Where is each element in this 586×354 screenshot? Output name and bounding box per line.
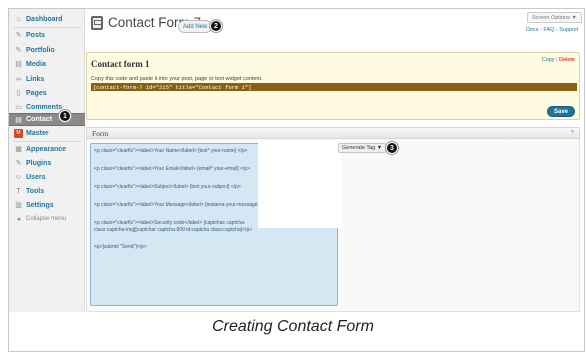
master-icon: M — [14, 128, 23, 138]
generate-tag-button[interactable]: Generate Tag ▼ — [338, 143, 387, 153]
sidebar-item-appearance[interactable]: ▦ Appearance — [9, 143, 85, 155]
sidebar-item-plugins[interactable]: ✎ Plugins — [9, 157, 85, 169]
sidebar-item-master[interactable]: M Master — [9, 127, 85, 139]
sidebar-item-label: Contact — [26, 116, 53, 123]
collapse-arrow-icon[interactable]: ▼ — [570, 130, 575, 135]
pin-icon: ✎ — [15, 47, 22, 54]
code-line: <p class="clearfix"><label>Your Message<… — [94, 202, 271, 208]
sidebar-item-label: Media — [26, 60, 46, 68]
sidebar-item-label: Users — [26, 173, 46, 181]
collapse-icon: ◂ — [16, 216, 21, 223]
sidebar-item-pages[interactable]: ▯ Pages — [9, 87, 85, 99]
sidebar-item-label: Plugins — [26, 159, 52, 167]
menu-separator — [13, 27, 81, 28]
sidebar-item-label: Links — [26, 75, 45, 83]
delete-link[interactable]: Delete — [559, 57, 575, 63]
contact-form-panel: Contact form 1 Copy | Delete Copy this c… — [86, 52, 580, 120]
sidebar-item-label: Comments — [26, 103, 63, 111]
copy-link[interactable]: Copy — [542, 57, 555, 63]
sidebar-item-label: Pages — [26, 89, 47, 97]
sidebar-item-portfolio[interactable]: ✎ Portfolio — [9, 44, 85, 56]
sidebar-item-label: Dashboard — [26, 15, 63, 23]
code-line: <p class="clearfix"><label>Security code… — [94, 220, 246, 226]
pin-icon: ✎ — [15, 32, 22, 39]
code-line: <p class="clearfix"><label>Subject</labe… — [94, 184, 241, 190]
form-actions: Copy | Delete — [542, 57, 575, 63]
sidebar-item-dashboard[interactable]: ⌂ Dashboard — [9, 13, 85, 25]
screen-options-button[interactable]: Screen Options ▼ — [527, 12, 582, 23]
callout-badge-1: 1 — [59, 110, 71, 122]
contact-icon: ▤ — [15, 116, 22, 124]
blank-overlay — [258, 141, 341, 228]
sidebar-item-media[interactable]: ▤ Media — [9, 58, 85, 70]
contact-form-title[interactable]: Contact form 1 — [91, 59, 149, 69]
admin-sidebar: ⌂ Dashboard ✎ Posts ✎ Portfolio ▤ Media ∞ Lin… — [9, 9, 85, 312]
add-new-button[interactable]: Add New — [178, 20, 213, 33]
help-links[interactable]: Docs - FAQ - Support — [526, 27, 579, 33]
pages-icon: ▯ — [16, 90, 21, 97]
tools-icon: T — [16, 187, 21, 195]
code-line: <p class="clearfix"><label>Your Email</l… — [94, 166, 251, 172]
sidebar-item-label: Posts — [26, 31, 46, 39]
callout-badge-2: 2 — [210, 20, 222, 32]
shortcode-field[interactable]: [contact-form-7 id="215" title="Contact … — [91, 83, 577, 91]
users-icon: ☺ — [14, 173, 23, 181]
collapse-menu-button[interactable]: ◂ Collapse menu — [9, 213, 85, 225]
media-icon: ▤ — [15, 61, 22, 68]
appearance-icon: ▦ — [15, 146, 22, 153]
sidebar-item-settings[interactable]: ▥ Settings — [9, 199, 85, 211]
sidebar-item-label: Tools — [26, 187, 45, 195]
sidebar-item-contact[interactable]: ▤ Contact — [9, 113, 85, 126]
settings-icon: ▥ — [15, 202, 22, 209]
save-button[interactable]: Save — [546, 106, 575, 117]
sidebar-item-label: Appearance — [26, 145, 67, 153]
plugin-icon: ✎ — [15, 160, 22, 167]
code-line: class captcha-img][captchar captcha-909 … — [94, 227, 253, 233]
sidebar-item-comments[interactable]: ▭ Comments — [9, 101, 85, 113]
menu-separator — [13, 141, 81, 142]
sidebar-item-users[interactable]: ☺ Users — [9, 171, 85, 183]
code-line: <p>[submit "Send"]</p> — [94, 244, 147, 250]
dashboard-icon: ⌂ — [16, 15, 21, 23]
form-section-title: Form — [92, 128, 109, 138]
sidebar-item-label: Collapse menu — [26, 216, 67, 222]
sidebar-item-tools[interactable]: T Tools — [9, 185, 85, 197]
action-divider: | — [556, 57, 558, 63]
shortcode-instructions: Copy this code and paste it into your po… — [91, 76, 263, 82]
sidebar-item-posts[interactable]: ✎ Posts — [9, 29, 85, 41]
sidebar-item-label: Settings — [26, 201, 54, 209]
sidebar-item-label: Master — [26, 129, 49, 137]
code-line: <p class="clearfix"><label>Your Name</la… — [94, 148, 248, 154]
comment-icon: ▭ — [15, 104, 22, 111]
contact-form-page-icon — [91, 16, 103, 30]
sidebar-item-label: Portfolio — [26, 46, 55, 54]
callout-badge-3: 3 — [386, 142, 398, 154]
link-icon: ∞ — [16, 75, 21, 83]
figure-caption: Creating Contact Form — [212, 318, 374, 335]
sidebar-item-links[interactable]: ∞ Links — [9, 73, 85, 85]
form-section-header[interactable]: Form ▼ — [86, 127, 580, 139]
